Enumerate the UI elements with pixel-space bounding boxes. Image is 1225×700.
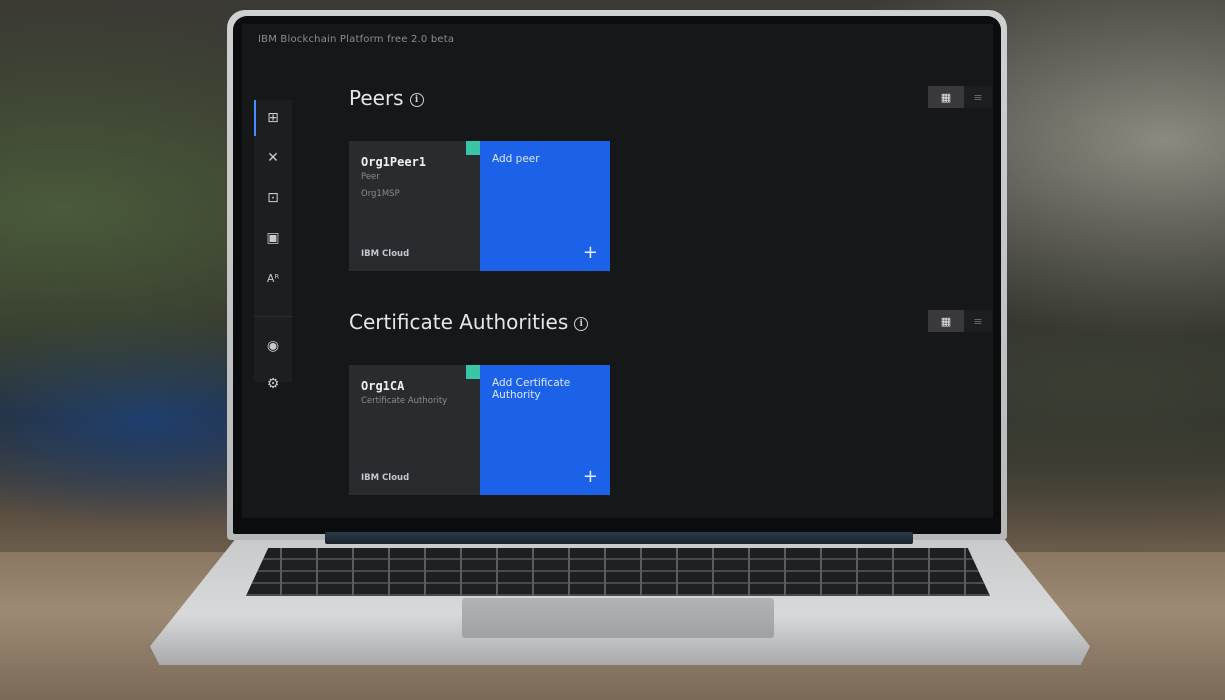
peer-type: Peer <box>361 172 380 182</box>
list-view-button[interactable]: ≡ <box>964 310 992 332</box>
nav-item-channels[interactable]: ✕ <box>254 140 292 176</box>
peers-view-toggle: ▦ ≡ <box>928 86 992 108</box>
peers-title-text: Peers <box>349 86 404 110</box>
peer-location: IBM Cloud <box>361 249 410 259</box>
tile-view-icon: ▦ <box>940 90 952 104</box>
add-peer-button[interactable]: Add peer + <box>480 141 610 271</box>
info-icon[interactable]: i <box>409 92 424 107</box>
tile-view-button[interactable]: ▦ <box>928 310 964 332</box>
laptop-screen: IBM Blockchain Platform free 2.0 beta ⊞ … <box>242 24 993 518</box>
peers-section-title: Peers i <box>349 86 424 110</box>
nav-item-users[interactable]: Aᴿ <box>254 260 292 296</box>
ca-section-title: Certificate Authorities i <box>349 310 589 334</box>
users-icon: Aᴿ <box>266 271 280 285</box>
ca-title-text: Certificate Authorities <box>349 310 569 334</box>
ca-name: Org1CA <box>361 379 405 393</box>
info-icon[interactable]: i <box>574 316 589 331</box>
nav-item-account[interactable]: ◉ <box>254 328 292 364</box>
app-title: IBM Blockchain Platform free 2.0 beta <box>258 34 455 45</box>
plus-icon: + <box>582 242 598 263</box>
ca-view-toggle: ▦ ≡ <box>928 310 992 332</box>
trackpad <box>462 598 774 638</box>
add-ca-label: Add Certificate Authority <box>492 377 571 401</box>
wallet-icon: ▣ <box>266 230 280 246</box>
user-circle-icon: ◉ <box>266 338 280 354</box>
nav-item-nodes[interactable]: ⊞ <box>254 100 292 136</box>
add-ca-button[interactable]: Add Certificate Authority + <box>480 365 610 495</box>
add-peer-label: Add peer <box>492 153 540 165</box>
status-indicator <box>466 141 480 155</box>
nav-divider <box>254 316 292 317</box>
side-navigation: ⊞ ✕ ⊡ ▣ Aᴿ ◉ ⚙ <box>254 100 292 392</box>
list-view-icon: ≡ <box>973 90 983 104</box>
contract-icon: ⊡ <box>267 190 279 206</box>
keyboard-rows <box>246 548 990 596</box>
nav-item-settings[interactable]: ⚙ <box>254 366 292 402</box>
ca-location: IBM Cloud <box>361 473 410 483</box>
nav-item-smart-contracts[interactable]: ⊡ <box>254 180 292 216</box>
plus-icon: + <box>582 466 598 487</box>
tile-view-button[interactable]: ▦ <box>928 86 964 108</box>
ca-type: Certificate Authority <box>361 396 448 406</box>
grid-icon: ⊞ <box>267 110 279 126</box>
gear-icon: ⚙ <box>266 376 280 392</box>
peer-card[interactable]: Org1Peer1 Peer Org1MSP IBM Cloud <box>349 141 480 271</box>
peer-name: Org1Peer1 <box>361 155 427 169</box>
status-indicator <box>466 365 480 379</box>
network-icon: ✕ <box>267 150 279 166</box>
ca-card[interactable]: Org1CA Certificate Authority IBM Cloud <box>349 365 480 495</box>
nav-item-wallet[interactable]: ▣ <box>254 220 292 256</box>
peer-msp: Org1MSP <box>361 189 400 199</box>
tile-view-icon: ▦ <box>940 314 952 328</box>
list-view-button[interactable]: ≡ <box>964 86 992 108</box>
list-view-icon: ≡ <box>973 314 983 328</box>
laptop-hinge <box>325 532 913 544</box>
